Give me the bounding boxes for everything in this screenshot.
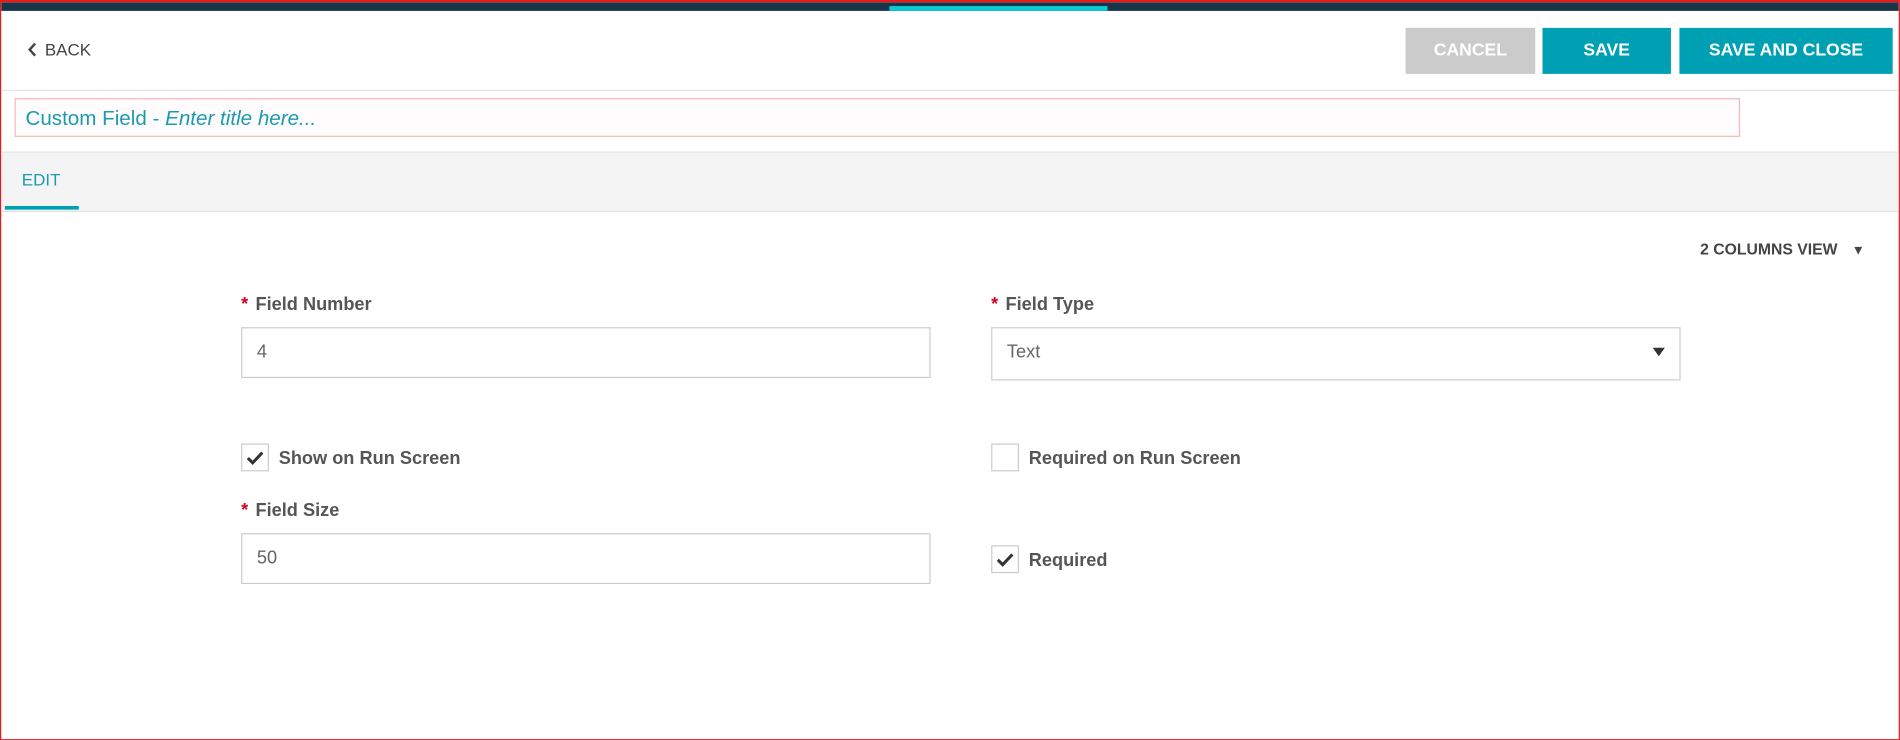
divider — [1, 89, 1899, 91]
show-on-run-screen-checkbox[interactable] — [241, 443, 269, 472]
field-number-label: * Field Number — [241, 294, 372, 315]
save-button[interactable]: SAVE — [1542, 27, 1671, 74]
field-number-label-text: Field Number — [255, 294, 372, 316]
loading-indicator — [889, 6, 1108, 11]
required-asterisk: * — [991, 294, 999, 316]
title-placeholder: Enter title here... — [165, 106, 317, 130]
chevron-left-icon — [28, 42, 37, 57]
required-on-run-screen-label: Required on Run Screen — [1028, 448, 1241, 469]
required-asterisk: * — [241, 294, 249, 316]
field-size-label-text: Field Size — [255, 500, 340, 522]
caret-down-icon — [1652, 347, 1665, 357]
back-label: BACK — [44, 39, 92, 60]
checkmark-icon — [246, 450, 264, 465]
tab-edit[interactable]: EDIT — [4, 153, 79, 210]
field-size-label: * Field Size — [241, 500, 339, 521]
title-prefix: Custom Field - — [25, 106, 166, 130]
required-checkbox[interactable] — [991, 545, 1020, 574]
field-type-value: Text — [1006, 341, 1041, 363]
checkmark-icon — [996, 552, 1014, 567]
show-on-run-screen-label: Show on Run Screen — [278, 448, 461, 469]
custom-field-editor: BACK CANCEL SAVE SAVE AND CLOSE Custom F… — [0, 0, 1900, 740]
cancel-button[interactable]: CANCEL — [1405, 27, 1536, 74]
required-on-run-screen-checkbox[interactable] — [991, 443, 1020, 472]
required-label: Required — [1028, 550, 1108, 571]
back-button[interactable]: BACK — [28, 40, 91, 59]
tab-bar: EDIT — [1, 151, 1899, 213]
field-number-input[interactable]: 4 — [241, 327, 931, 379]
field-type-label-text: Field Type — [1005, 294, 1095, 316]
title-input[interactable]: Custom Field - Enter title here... — [14, 98, 1741, 137]
save-and-close-button[interactable]: SAVE AND CLOSE — [1679, 27, 1893, 74]
field-type-select[interactable]: Text — [991, 327, 1681, 381]
field-size-input[interactable]: 50 — [241, 533, 931, 585]
top-bar — [1, 2, 1899, 11]
columns-view-dropdown[interactable]: 2 COLUMNS VIEW ▼ — [1700, 240, 1865, 258]
required-asterisk: * — [241, 500, 249, 522]
field-type-label: * Field Type — [991, 294, 1094, 315]
caret-down-icon: ▼ — [1851, 243, 1865, 259]
columns-view-label: 2 COLUMNS VIEW — [1700, 239, 1838, 259]
